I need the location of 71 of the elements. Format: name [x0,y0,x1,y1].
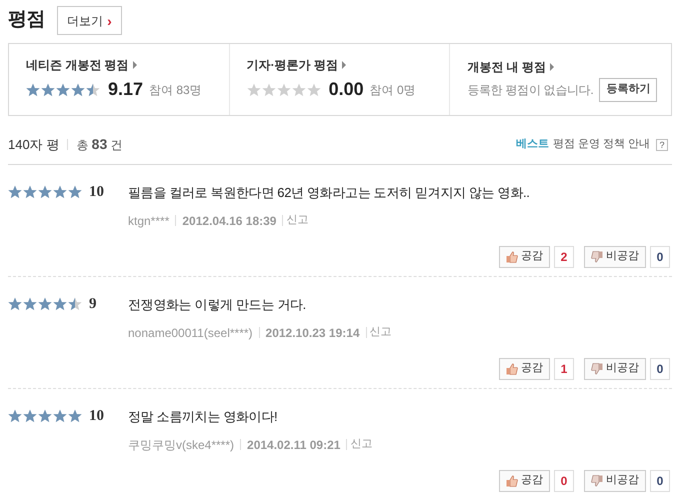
caret-icon [132,61,137,69]
caret-icon [342,61,346,69]
star-icon [53,409,67,424]
star-icon [38,185,52,200]
summary-label: 개봉전 내 평점 [467,58,546,76]
like-count: 0 [554,470,574,492]
participant-count: 참여 83명 [149,82,202,98]
dislike-count: 0 [650,470,670,492]
star-icon [8,409,22,424]
dislike-count: 0 [650,246,670,268]
review-date: 2012.04.16 18:39 [182,212,276,230]
review-text: 필름을 컬러로 복원한다면 62년 영화라고는 도저히 믿겨지지 않는 영화.. [128,184,530,202]
star-icon [38,409,52,424]
star-icon [68,409,82,424]
like-button[interactable]: 공감 [499,246,550,268]
review-score: 9 [89,295,96,314]
list-tab[interactable]: 140자 평 [8,134,60,154]
star-icon [8,185,22,200]
review-score: 10 [89,183,104,202]
star-icon [86,82,100,96]
average-score: 9.17 [108,78,144,101]
summary-label: 기자·평론가 평점 [246,57,338,74]
review-date: 2012.10.23 19:14 [266,324,360,342]
like-count: 2 [554,246,574,268]
dislike-button[interactable]: 비공감 [584,358,646,380]
thumbs-up-icon [506,474,518,486]
chevron-icon: › [107,14,112,28]
star-icon [8,297,22,312]
empty-message: 등록한 평점이 없습니다. [467,82,594,98]
like-count: 1 [554,358,574,380]
review-score: 10 [89,407,104,426]
caret-icon [550,62,554,70]
review-date: 2014.02.11 09:21 [247,436,340,454]
star-icon [23,297,37,312]
star-icon [38,297,52,312]
participant-count: 참여 0명 [370,82,416,98]
star-icon [23,185,37,200]
thumbs-down-icon [591,474,603,486]
more-button[interactable]: 더보기 › [57,6,122,35]
like-button[interactable]: 공감 [499,470,550,492]
thumbs-down-icon [591,362,603,374]
review-text: 전쟁영화는 이렇게 만드는 거다. [128,296,306,314]
star-icon [23,409,37,424]
dislike-button[interactable]: 비공감 [584,470,646,492]
average-score: 0.00 [328,78,364,101]
star-icon [276,82,291,96]
star-icon [68,297,82,312]
thumbs-down-icon [591,250,603,262]
star-icon [262,82,276,96]
star-icon [68,185,82,200]
like-button[interactable]: 공감 [499,358,550,380]
star-icon [53,185,67,200]
review-text: 정말 소름끼치는 영화이다! [128,408,278,426]
star-icon [246,82,261,96]
help-icon[interactable]: ? [656,138,668,150]
star-icon [26,82,40,96]
star-icon [71,82,85,96]
dislike-button[interactable]: 비공감 [584,246,646,268]
register-button[interactable]: 등록하기 [599,78,658,102]
summary-label: 네티즌 개봉전 평점 [26,57,129,74]
thumbs-up-icon [506,250,518,262]
star-icon [292,82,306,96]
dislike-count: 0 [650,358,670,380]
policy-link[interactable]: 평점 운영 정책 안내 [552,136,650,153]
star-icon [56,82,70,96]
star-icon [41,82,55,96]
section-title: 평점 [8,8,46,32]
star-icon [306,82,321,96]
star-icon [53,297,67,312]
review-total: 총 83 건 [76,135,123,154]
thumbs-up-icon [506,362,518,374]
